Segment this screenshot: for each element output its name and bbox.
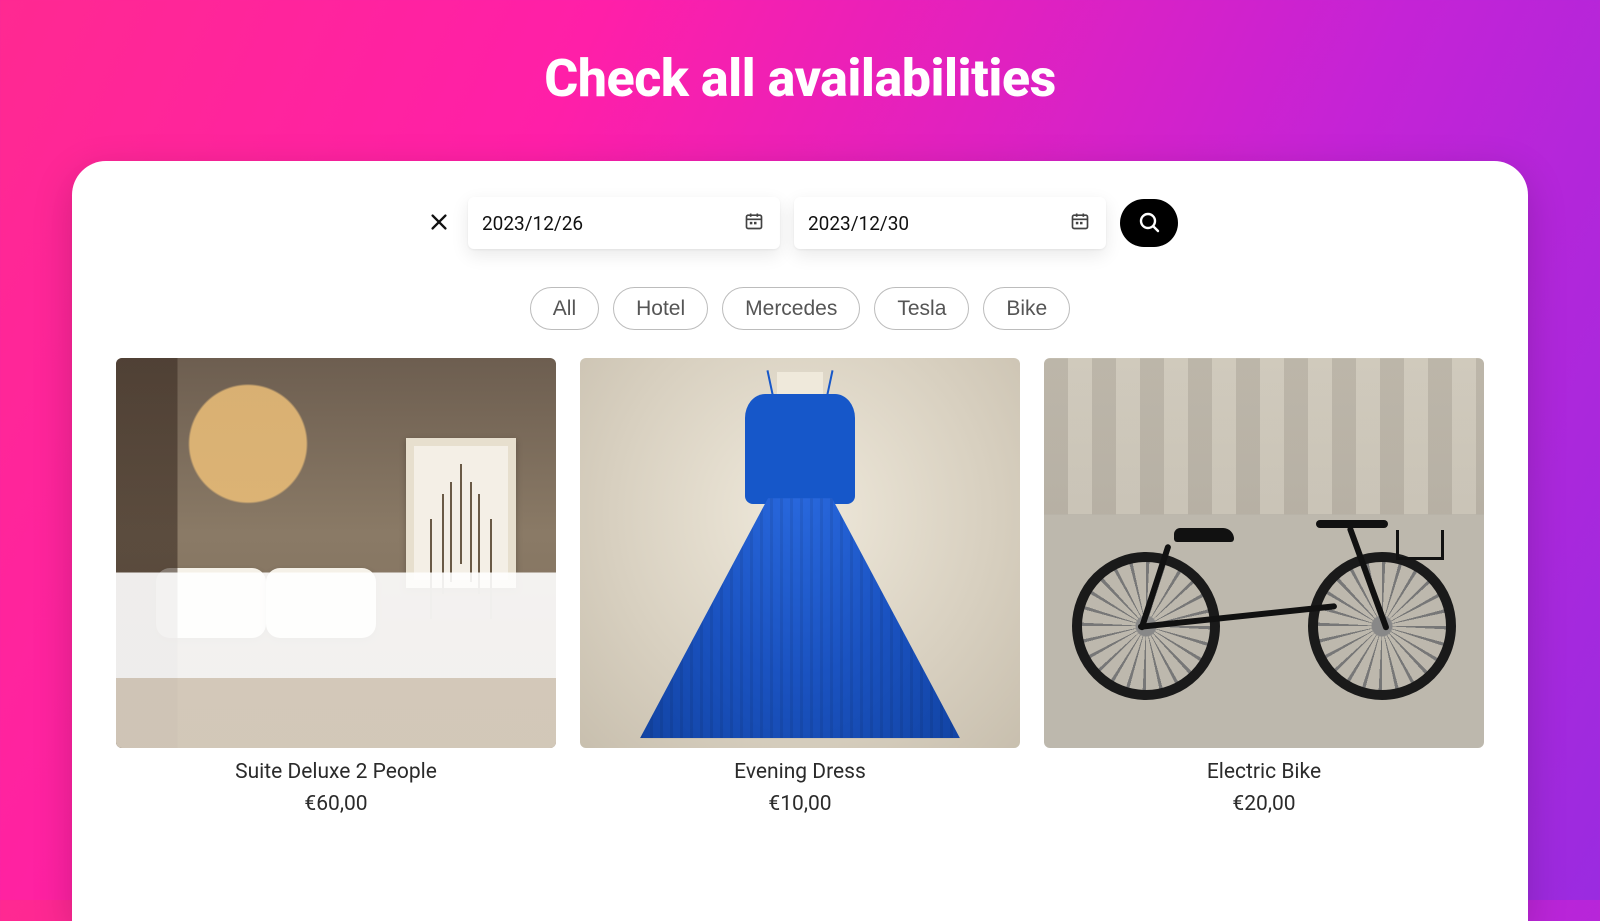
product-price: €60,00 [116, 792, 556, 816]
filter-chips: All Hotel Mercedes Tesla Bike [116, 287, 1484, 330]
filter-chip-hotel[interactable]: Hotel [613, 287, 708, 330]
product-image [116, 358, 556, 748]
availability-panel: 2023/12/26 2023/12/30 All Hotel Mercedes… [72, 161, 1528, 921]
product-name: Evening Dress [580, 760, 1020, 784]
product-image [1044, 358, 1484, 748]
start-date-value: 2023/12/26 [482, 212, 583, 235]
end-date-value: 2023/12/30 [808, 212, 909, 235]
product-price: €10,00 [580, 792, 1020, 816]
filter-chip-bike[interactable]: Bike [983, 287, 1070, 330]
filter-chip-mercedes[interactable]: Mercedes [722, 287, 860, 330]
product-card[interactable]: Evening Dress €10,00 [580, 358, 1020, 816]
filter-chip-all[interactable]: All [530, 287, 599, 330]
calendar-icon [744, 211, 764, 235]
product-card[interactable]: Electric Bike €20,00 [1044, 358, 1484, 816]
clear-dates-button[interactable] [422, 206, 456, 240]
search-button[interactable] [1120, 199, 1178, 247]
product-card[interactable]: Suite Deluxe 2 People €60,00 [116, 358, 556, 816]
close-icon [428, 211, 450, 236]
page-title: Check all availabilities [0, 0, 1600, 109]
product-name: Electric Bike [1044, 760, 1484, 784]
search-row: 2023/12/26 2023/12/30 [116, 197, 1484, 249]
product-image [580, 358, 1020, 748]
start-date-input[interactable]: 2023/12/26 [468, 197, 780, 249]
product-name: Suite Deluxe 2 People [116, 760, 556, 784]
search-icon [1137, 210, 1161, 237]
product-grid: Suite Deluxe 2 People €60,00 Evening Dre… [116, 358, 1484, 816]
calendar-icon [1070, 211, 1090, 235]
end-date-input[interactable]: 2023/12/30 [794, 197, 1106, 249]
filter-chip-tesla[interactable]: Tesla [874, 287, 969, 330]
product-price: €20,00 [1044, 792, 1484, 816]
